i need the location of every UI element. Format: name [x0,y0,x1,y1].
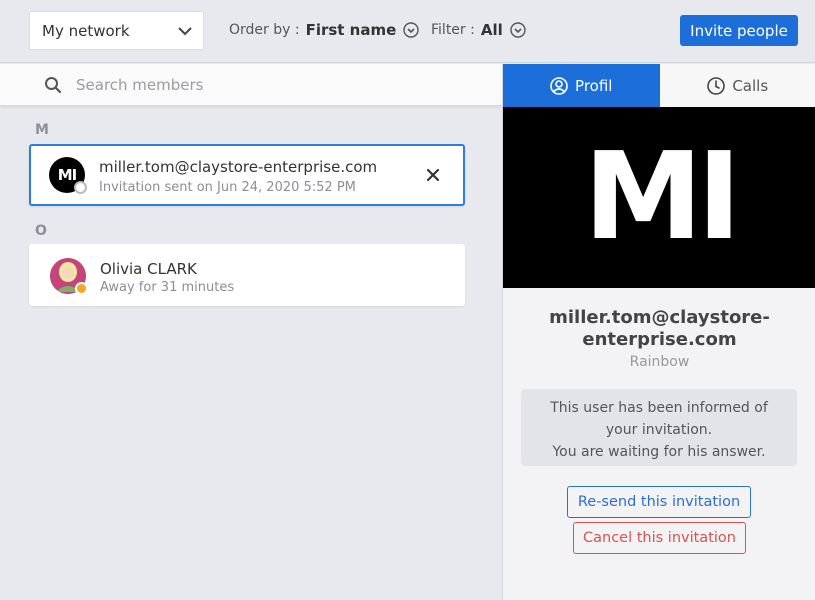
chevron-circle-down-icon [510,22,526,38]
user-circle-icon [550,76,568,95]
tab-calls-label: Calls [732,76,769,95]
info-line: You are waiting for his answer. [552,444,766,460]
network-select-label: My network [42,21,130,40]
chevron-circle-down-icon [403,22,419,38]
avatar-initials: MI [57,166,77,184]
order-by-value: First name [305,21,397,39]
avatar [50,258,88,295]
status-dot-offline [74,181,87,194]
details-tabs: Profil Calls [503,64,815,107]
avatar: MI [49,157,87,194]
filter-value: All [480,21,503,39]
profile-initials: MI [583,128,741,267]
profile-name-line2: enterprise.com [582,329,737,350]
filter-label: Filter : [431,22,475,38]
contact-name: miller.tom@claystore-enterprise.com [99,158,378,176]
info-line: your invitation. [605,422,713,438]
chevron-down-icon [178,27,192,36]
contact-card-olivia[interactable]: Olivia CLARK Away for 31 minutes [29,244,465,306]
invitation-info-box: This user has been informed of your invi… [521,389,797,466]
status-dot-away [75,282,88,295]
network-select[interactable]: My network [29,11,204,50]
info-line: This user has been informed of [550,400,768,416]
group-letter-o: O [35,223,47,239]
filter-control[interactable]: Filter : All [431,21,526,39]
contact-card-miller[interactable]: MI miller.tom@claystore-enterprise.com I… [29,144,465,206]
resend-invitation-button[interactable]: Re-send this invitation [567,486,751,518]
contact-status: Invitation sent on Jun 24, 2020 5:52 PM [99,180,356,195]
profile-avatar-large: MI [503,107,815,288]
invite-people-button[interactable]: Invite people [680,15,798,46]
contact-status: Away for 31 minutes [100,280,235,295]
group-letter-m: M [35,122,49,138]
order-by-control[interactable]: Order by : First name [229,21,419,39]
profile-name-line1: miller.tom@claystore- [549,307,770,328]
profile-company: Rainbow [629,354,690,370]
search-bar [0,64,502,106]
tab-profil[interactable]: Profil [503,64,660,107]
search-input[interactable] [76,75,456,94]
clock-icon [707,76,726,95]
tab-profil-label: Profil [575,76,613,95]
search-icon [45,76,62,93]
order-by-label: Order by : [229,22,300,38]
profile-name: miller.tom@claystore- enterprise.com [503,307,815,351]
cancel-invitation-button[interactable]: Cancel this invitation [573,522,746,554]
tab-calls[interactable]: Calls [659,64,815,107]
contact-name: Olivia CLARK [100,260,197,278]
close-icon[interactable] [425,167,441,183]
contact-details-panel: Profil Calls MI miller.tom@claystore- en… [502,64,815,600]
toolbar: My network Order by : First name Filter … [0,0,815,63]
